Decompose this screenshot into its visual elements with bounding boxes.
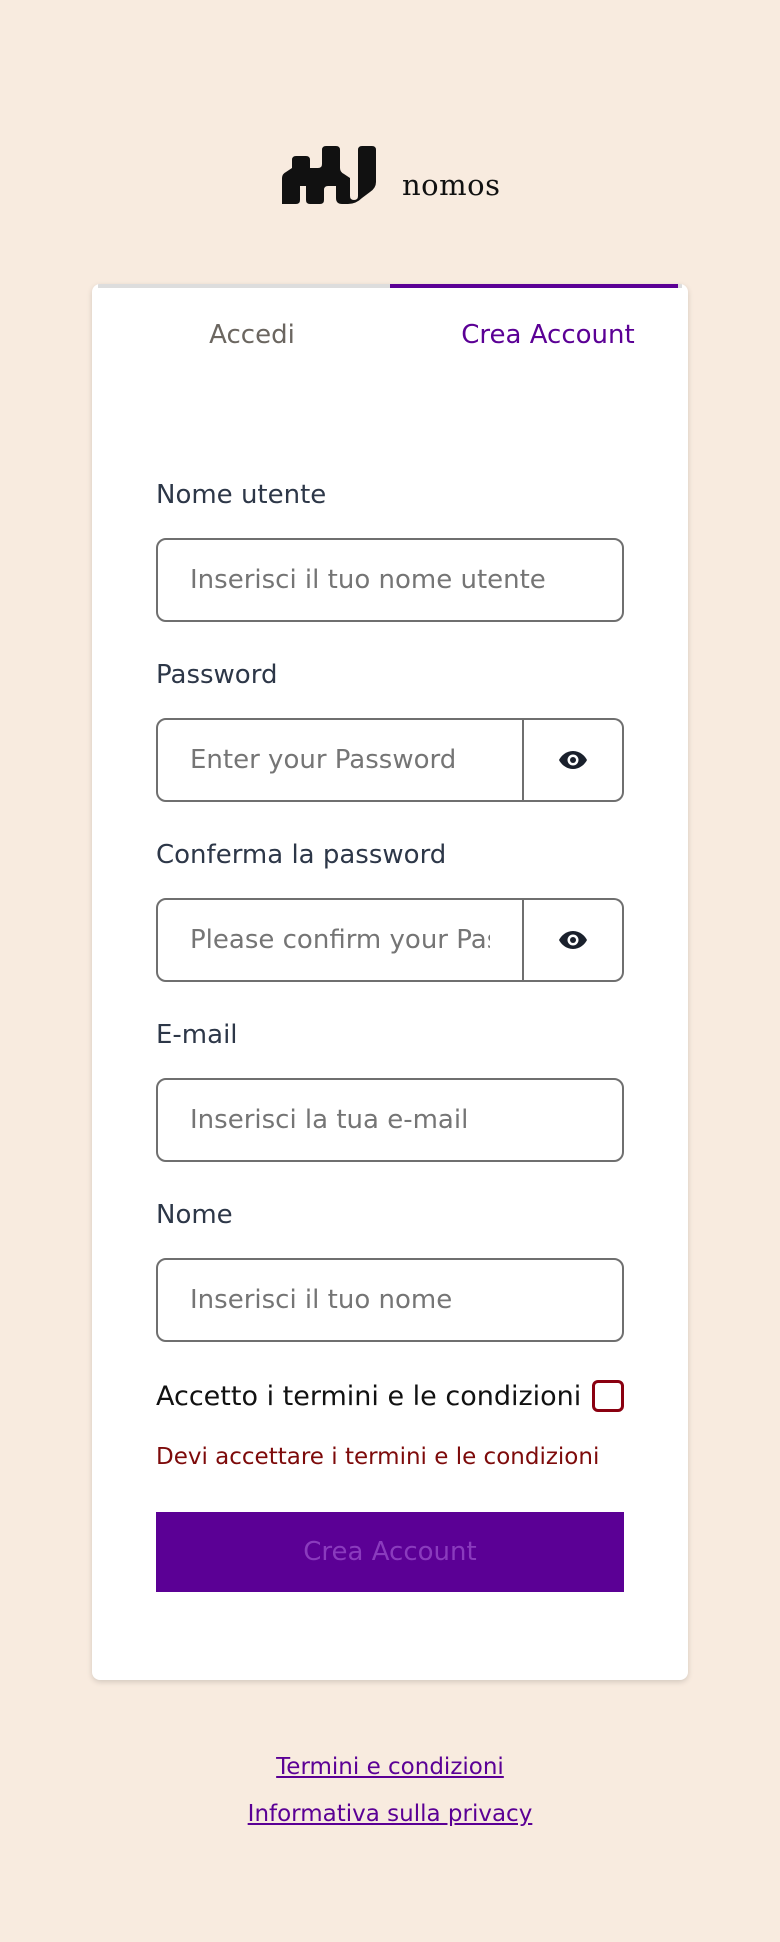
username-label: Nome utente: [156, 480, 327, 510]
nomos-logo-icon: [282, 146, 376, 204]
password-group: [156, 718, 624, 802]
email-input[interactable]: [156, 1078, 624, 1162]
terms-label: Accetto i termini e le condizioni: [156, 1380, 582, 1412]
name-input[interactable]: [156, 1258, 624, 1342]
confirm-password-group: [156, 898, 624, 982]
email-label: E-mail: [156, 1020, 238, 1050]
password-input[interactable]: [156, 718, 524, 802]
confirm-password-label: Conferma la password: [156, 840, 447, 870]
name-label: Nome: [156, 1200, 233, 1230]
password-toggle-button[interactable]: [524, 718, 624, 802]
brand-name: nomos: [402, 168, 501, 202]
create-account-button[interactable]: Crea Account: [156, 1512, 624, 1592]
confirm-password-toggle-button[interactable]: [524, 898, 624, 982]
password-label: Password: [156, 660, 278, 690]
auth-tabs: Accedi Crea Account: [92, 284, 688, 394]
confirm-password-input[interactable]: [156, 898, 524, 982]
terms-link[interactable]: Termini e condizioni: [0, 1744, 780, 1791]
eye-icon: [559, 931, 587, 949]
auth-card: Accedi Crea Account Nome utente Password…: [92, 284, 688, 1680]
username-input[interactable]: [156, 538, 624, 622]
privacy-link[interactable]: Informativa sulla privacy: [0, 1791, 780, 1838]
eye-icon: [559, 751, 587, 769]
tab-create-account[interactable]: Crea Account: [392, 284, 688, 394]
tab-active-indicator: [390, 284, 678, 288]
terms-checkbox[interactable]: [592, 1380, 624, 1412]
footer-links: Termini e condizioni Informativa sulla p…: [0, 1744, 780, 1838]
tab-login[interactable]: Accedi: [92, 284, 392, 394]
brand-logo: nomos: [280, 146, 500, 204]
terms-row: Accetto i termini e le condizioni: [156, 1380, 624, 1412]
terms-error-message: Devi accettare i termini e le condizioni: [156, 1444, 600, 1470]
